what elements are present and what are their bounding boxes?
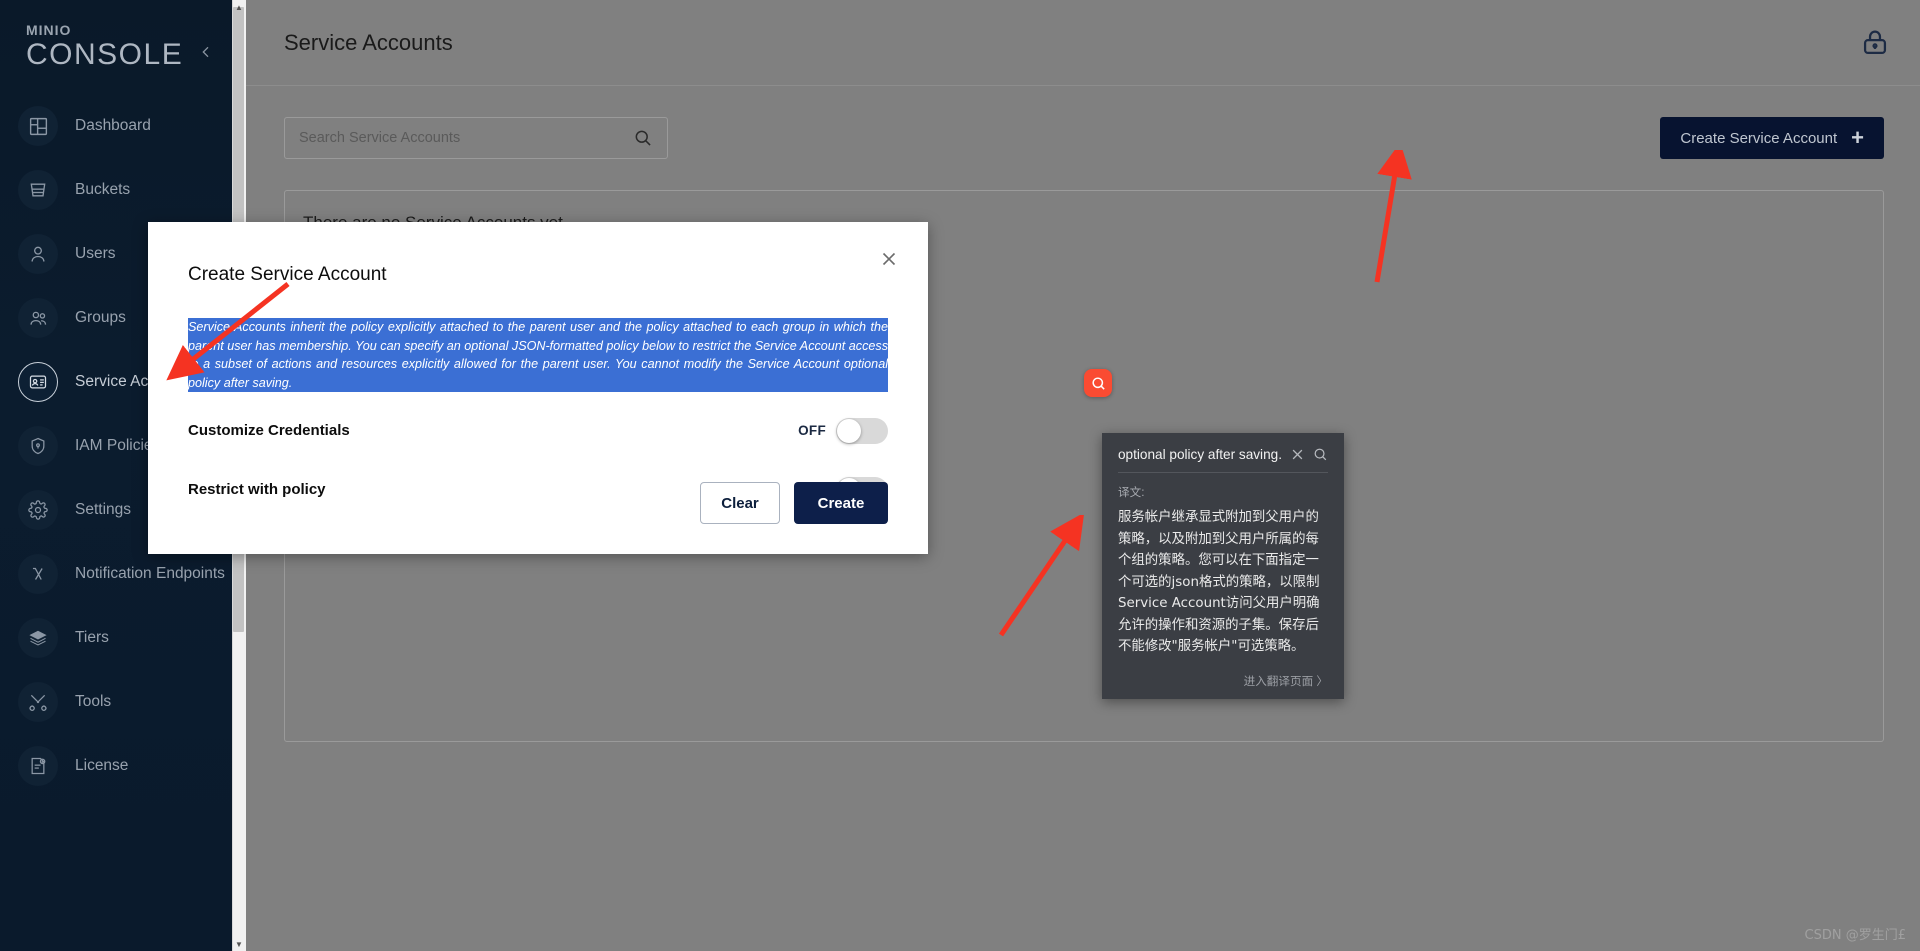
gear-icon [18,490,58,530]
sidebar-item-label: Settings [75,501,132,518]
search-icon[interactable] [1313,447,1328,462]
page-header: Service Accounts [246,0,1920,86]
translation-page-link[interactable]: 进入翻译页面 〉 [1244,673,1328,689]
sidebar-item-label: Dashboard [75,117,151,134]
scroll-up-arrow-icon[interactable]: ▲ [232,0,246,14]
clear-button[interactable]: Clear [700,482,780,524]
license-icon [18,746,58,786]
sidebar-item-label: Buckets [75,181,131,198]
close-icon[interactable] [1290,447,1305,462]
chevron-left-icon [202,46,209,58]
sidebar-item-dashboard[interactable]: Dashboard [0,94,232,158]
toggle-knob [837,418,861,443]
translation-popup-header: optional policy after saving. [1118,447,1328,473]
translation-section-label: 译文: [1118,486,1145,499]
sidebar-item-tools[interactable]: Tools [0,670,232,734]
sidebar-collapse-button[interactable] [194,40,218,64]
sidebar-item-buckets[interactable]: Buckets [0,158,232,222]
watermark: CSDN @罗生门£ [1804,928,1906,943]
sidebar-item-label: Tools [75,693,112,710]
close-icon[interactable] [878,248,902,272]
customize-credentials-state: OFF [798,423,826,439]
user-icon [18,234,58,274]
sidebar-item-label: Notification Endpoints [75,565,225,582]
customize-credentials-toggle[interactable] [836,417,888,444]
dialog-actions: Clear Create [700,482,888,524]
translation-popup: optional policy after saving. 译文: 服务帐户继承… [1102,433,1344,699]
create-service-account-dialog: Create Service Account Service Accounts … [148,222,928,554]
translated-phrase: optional policy after saving. [1118,447,1282,462]
sidebar-item-label: Groups [75,309,126,326]
customize-credentials-control: OFF [798,417,888,444]
id-card-icon [18,362,58,402]
sidebar-item-label: Tiers [75,629,109,646]
sidebar-item-tiers[interactable]: Tiers [0,606,232,670]
customize-credentials-row: Customize Credentials OFF [188,408,888,453]
sidebar-item-label: Users [75,245,116,262]
page-title: Service Accounts [284,29,453,55]
lambda-icon [18,554,58,594]
search-icon[interactable] [633,128,653,148]
tools-icon [18,682,58,722]
restrict-with-policy-label: Restrict with policy [188,481,326,499]
bucket-icon [18,170,58,210]
translate-trigger-button[interactable] [1084,369,1112,397]
lock-icon[interactable] [1858,26,1892,60]
search-box[interactable] [284,117,668,159]
customize-credentials-label: Customize Credentials [188,422,350,440]
search-circle-icon [1091,376,1105,390]
create-service-account-label: Create Service Account [1680,129,1838,147]
sidebar-item-label: License [75,757,129,774]
toolbar: Create Service Account + [246,86,1920,190]
groups-icon [18,298,58,338]
create-button[interactable]: Create [794,482,888,524]
policy-description-text: Service Accounts inherit the policy expl… [188,318,888,393]
search-input[interactable] [299,130,633,146]
create-service-account-button[interactable]: Create Service Account + [1660,117,1884,159]
brand-minio: MINIO [26,22,72,38]
translation-body-text: 服务帐户继承显式附加到父用户的策略，以及附加到父用户所属的每个组的策略。您可以在… [1118,510,1320,654]
layers-icon [18,618,58,658]
dashboard-icon [18,106,58,146]
plus-icon: + [1851,125,1864,150]
shield-icon [18,426,58,466]
sidebar-item-license[interactable]: License [0,734,232,798]
dialog-title: Create Service Account [188,264,387,285]
scroll-down-arrow-icon[interactable]: ▼ [232,937,246,951]
